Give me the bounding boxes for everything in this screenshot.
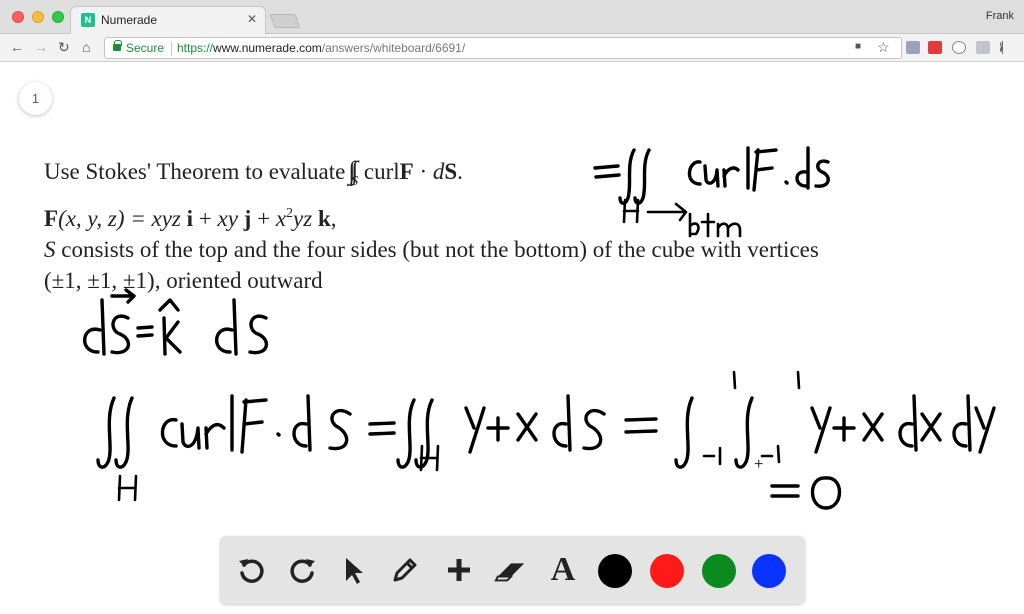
star-icon[interactable]: ☆	[877, 39, 890, 56]
extension-icon[interactable]	[928, 41, 942, 54]
problem-text: ·	[413, 159, 433, 184]
camera-icon[interactable]: ■	[855, 41, 861, 52]
lock-icon	[113, 40, 122, 51]
problem-text: S	[444, 159, 458, 184]
problem-line-4: (±1, ±1, ±1), oriented outward	[44, 268, 323, 293]
problem-line-2: F(x, y, z) = xyz i + xy j + x2yz k,	[44, 206, 337, 232]
address-bar[interactable]: Secure https://www.numerade.com/answers/…	[104, 37, 902, 59]
url-text[interactable]: https://www.numerade.com/answers/whitebo…	[177, 41, 465, 55]
color-swatch-blue[interactable]	[752, 554, 786, 588]
redo-icon[interactable]	[286, 553, 320, 587]
problem-line-3: S consists of the top and the four sides…	[44, 237, 819, 263]
url-path: /answers/whiteboard/6691/	[321, 41, 466, 55]
reload-icon[interactable]: ↻	[58, 39, 70, 55]
problem-text: k	[317, 206, 331, 231]
problem-text: yz	[293, 206, 318, 231]
problem-text: (x, y, z) = xyz	[58, 206, 187, 231]
divider	[171, 42, 172, 56]
pencil-icon[interactable]	[388, 553, 422, 587]
problem-text: x	[275, 206, 287, 231]
problem-text: 2	[286, 206, 294, 221]
color-swatch-green[interactable]	[702, 554, 736, 588]
close-tab-icon[interactable]: ✕	[247, 12, 257, 26]
tab-numerade[interactable]: N Numerade ✕	[70, 6, 266, 34]
problem-text: S	[44, 237, 56, 262]
maximize-window-button[interactable]	[52, 11, 64, 23]
eraser-icon[interactable]	[494, 553, 528, 587]
problem-text: curl	[358, 159, 400, 184]
pointer-icon[interactable]	[336, 553, 370, 587]
new-tab-button[interactable]	[269, 14, 301, 28]
problem-text: +	[251, 206, 276, 231]
home-icon[interactable]: ⌂	[82, 39, 90, 55]
color-swatch-black[interactable]	[598, 554, 632, 588]
url-host: www.numerade.com	[213, 41, 322, 55]
secure-label: Secure	[126, 41, 165, 55]
text-tool-icon[interactable]: A	[546, 551, 580, 588]
whiteboard-canvas[interactable]	[0, 63, 1024, 614]
color-swatch-red[interactable]	[650, 554, 684, 588]
problem-text: Use Stokes' Theorem to evaluate	[44, 159, 352, 184]
crosshair-cursor-icon: +	[754, 456, 764, 473]
problem-text: consists of the top and the four sides (…	[55, 237, 819, 262]
close-window-button[interactable]	[12, 11, 24, 23]
problem-text: F	[44, 206, 59, 231]
profile-name[interactable]: Frank	[986, 10, 1014, 22]
menu-icon[interactable]	[1000, 41, 1004, 54]
numerade-favicon-icon: N	[81, 13, 95, 27]
extension-icon[interactable]	[976, 41, 990, 54]
problem-text: xy	[217, 206, 244, 231]
problem-text: +	[193, 206, 218, 231]
extension-icon[interactable]	[952, 41, 966, 54]
problem-text: d	[432, 159, 445, 184]
undo-icon[interactable]	[234, 553, 268, 587]
tab-strip: N Numerade ✕ Frank	[0, 0, 1024, 34]
forward-icon[interactable]: →	[34, 39, 48, 55]
url-scheme: https://	[177, 41, 214, 55]
problem-line-1: Use Stokes' Theorem to evaluate ∫∫S curl…	[44, 156, 463, 190]
page-number-badge[interactable]: 1	[19, 82, 52, 115]
tab-title: Numerade	[101, 13, 158, 27]
plus-icon[interactable]	[442, 553, 476, 587]
minimize-window-button[interactable]	[32, 11, 44, 23]
tool-palette: A	[220, 536, 805, 604]
extension-icon[interactable]	[906, 41, 920, 54]
browser-toolbar: ← → ↻ ⌂ Secure https://www.numerade.com/…	[0, 34, 1024, 62]
problem-text: F	[399, 159, 414, 184]
back-icon[interactable]: ←	[10, 39, 24, 55]
problem-text: ,	[330, 206, 337, 231]
problem-text: .	[457, 159, 463, 184]
